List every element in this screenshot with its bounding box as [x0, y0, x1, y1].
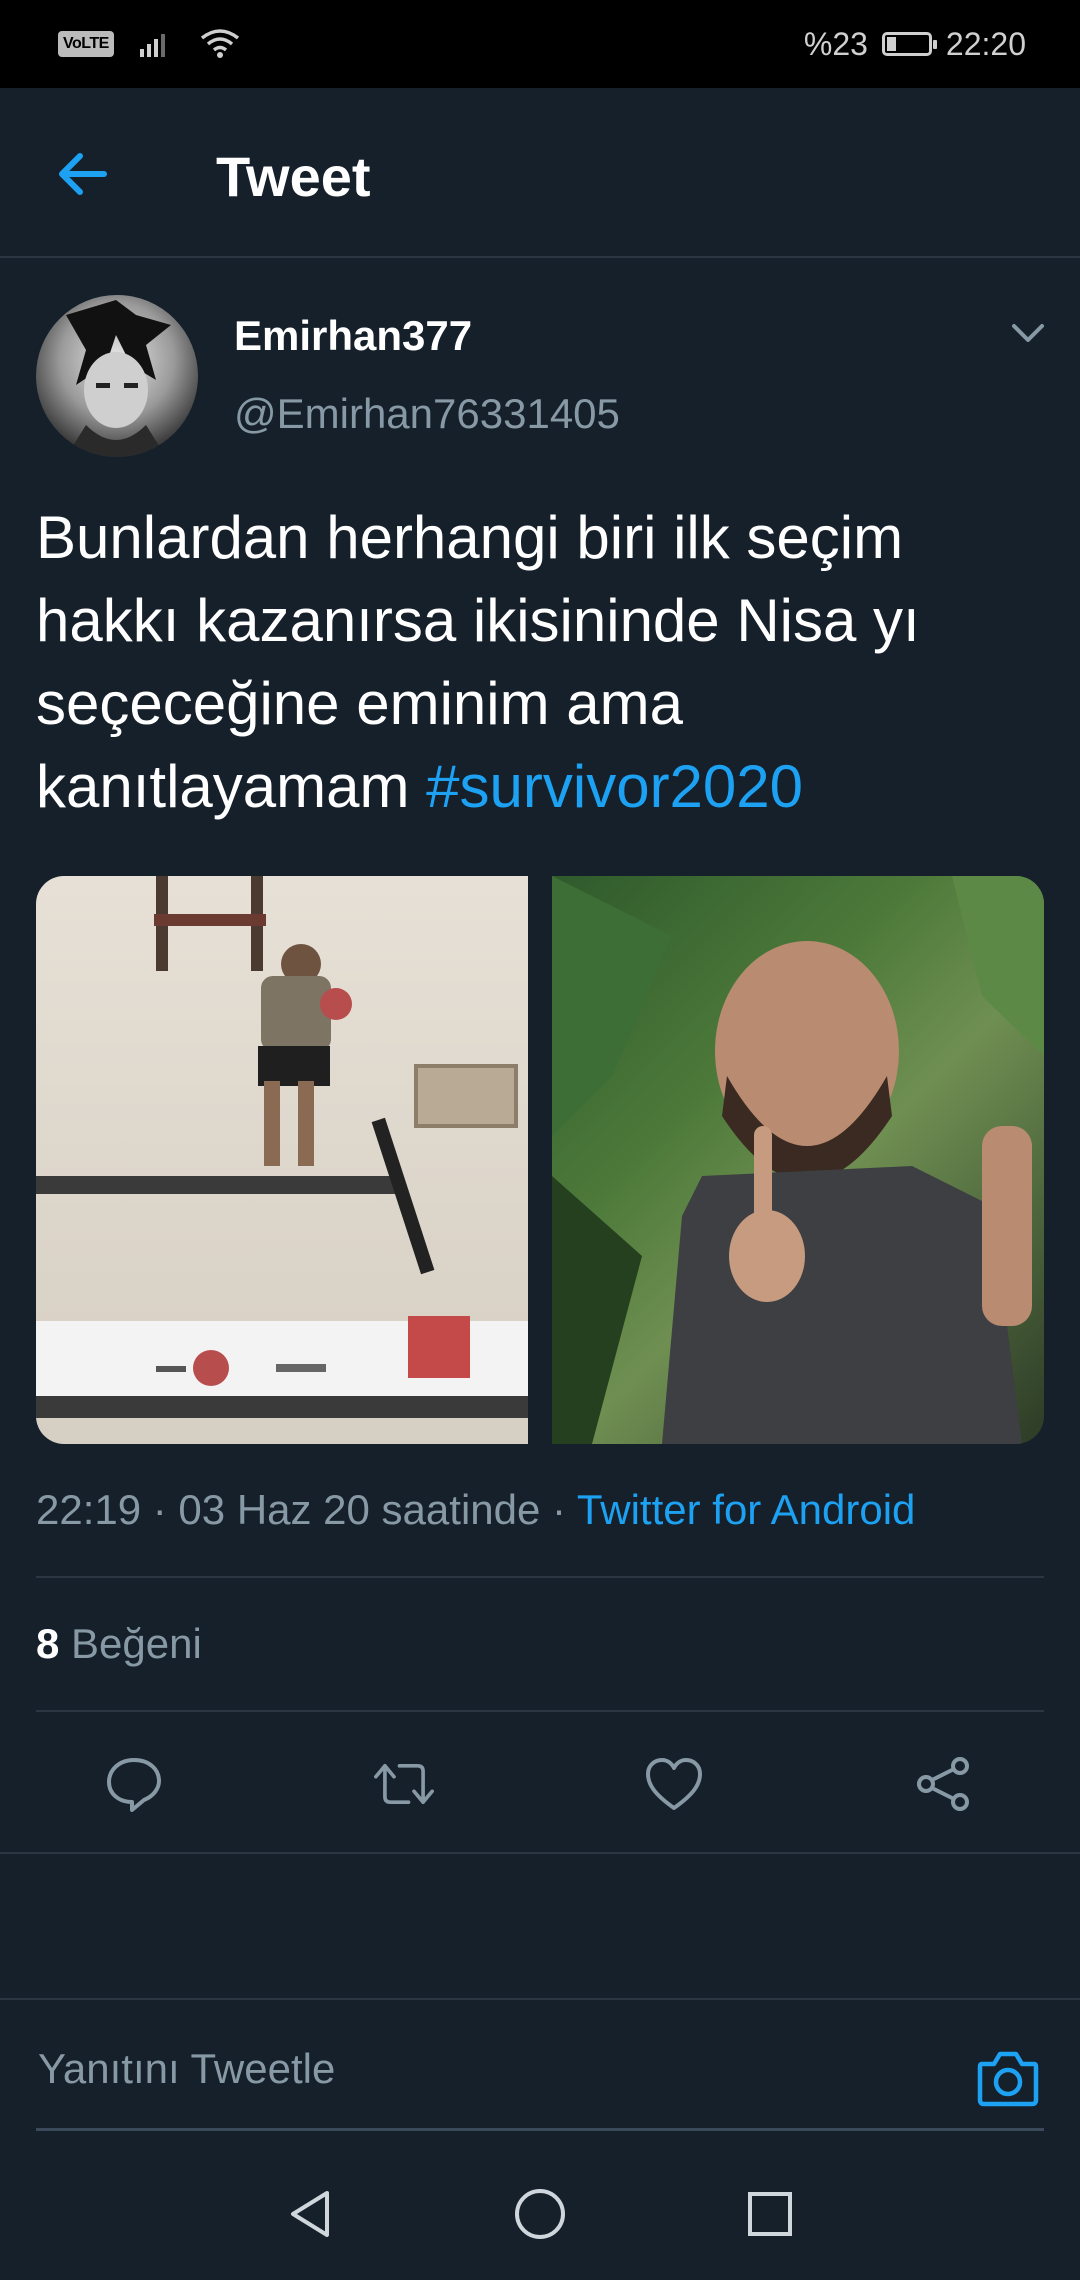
- divider: [0, 1852, 1080, 1854]
- square-recents-icon: [748, 2192, 792, 2236]
- retweet-button[interactable]: [374, 1754, 434, 1814]
- status-bar-right: %23 22:20: [804, 26, 1026, 63]
- nav-back-button[interactable]: [280, 2184, 340, 2244]
- tweet-text: Bunlardan herhangi biri ilk seçim hakkı …: [36, 496, 1046, 828]
- reply-icon: [107, 1758, 161, 1812]
- volte-badge: VoLTE: [58, 31, 114, 57]
- user-handle[interactable]: @Emirhan76331405: [234, 390, 620, 438]
- share-icon: [917, 1757, 969, 1811]
- reply-underline: [36, 2128, 1044, 2131]
- media-image-1-art: [36, 876, 528, 1418]
- media-image-1[interactable]: [36, 876, 528, 1444]
- retweet-icon: [374, 1764, 434, 1804]
- status-bar: VoLTE %23 22:20: [0, 0, 1080, 88]
- likes-number: 8: [36, 1620, 60, 1667]
- page-title: Tweet: [216, 145, 371, 208]
- divider: [36, 1576, 1044, 1578]
- clock: 22:20: [945, 25, 1026, 62]
- tweet-meta: 22:19 · 03 Haz 20 saatinde · Twitter for…: [36, 1486, 915, 1534]
- likes-label: Beğeni: [59, 1620, 202, 1667]
- tweet-media: [36, 876, 1044, 1444]
- camera-icon: [977, 2051, 1039, 2107]
- media-image-2[interactable]: [552, 876, 1044, 1444]
- tweet-timestamp: 22:19 · 03 Haz 20 saatinde ·: [36, 1486, 577, 1533]
- like-icon: [646, 1758, 702, 1810]
- wifi-icon: [200, 29, 239, 58]
- tweet-menu-button[interactable]: [1008, 320, 1048, 351]
- hashtag-link[interactable]: #survivor2020: [426, 753, 803, 820]
- tweet-source-link[interactable]: Twitter for Android: [577, 1486, 915, 1533]
- display-name[interactable]: Emirhan377: [234, 312, 472, 360]
- camera-button[interactable]: [976, 2048, 1040, 2108]
- nav-recents-button[interactable]: [740, 2184, 800, 2244]
- triangle-back-icon: [291, 2191, 329, 2237]
- likes-count[interactable]: 8 Beğeni: [36, 1620, 202, 1668]
- avatar-image: [66, 300, 171, 457]
- battery-icon: [881, 32, 937, 56]
- system-nav-bar: [0, 2140, 1080, 2280]
- like-button[interactable]: [644, 1754, 704, 1814]
- media-image-2-art: [552, 876, 1044, 1444]
- chevron-down-icon: [1012, 324, 1044, 342]
- circle-home-icon: [515, 2189, 565, 2239]
- reply-bar: [0, 2000, 1080, 2140]
- reply-input[interactable]: [36, 2044, 940, 2094]
- back-button[interactable]: [52, 146, 112, 202]
- nav-home-button[interactable]: [510, 2184, 570, 2244]
- signal-icon: [139, 34, 165, 57]
- avatar[interactable]: [36, 295, 198, 457]
- app-header: Tweet: [0, 88, 1080, 258]
- status-bar-left: VoLTE: [58, 28, 240, 60]
- share-button[interactable]: [914, 1754, 974, 1814]
- back-arrow-icon: [59, 153, 107, 195]
- battery-percent: %23: [803, 25, 868, 62]
- reply-button[interactable]: [104, 1754, 164, 1814]
- battery-fill: [886, 37, 896, 51]
- tweet-actions: [0, 1712, 1080, 1852]
